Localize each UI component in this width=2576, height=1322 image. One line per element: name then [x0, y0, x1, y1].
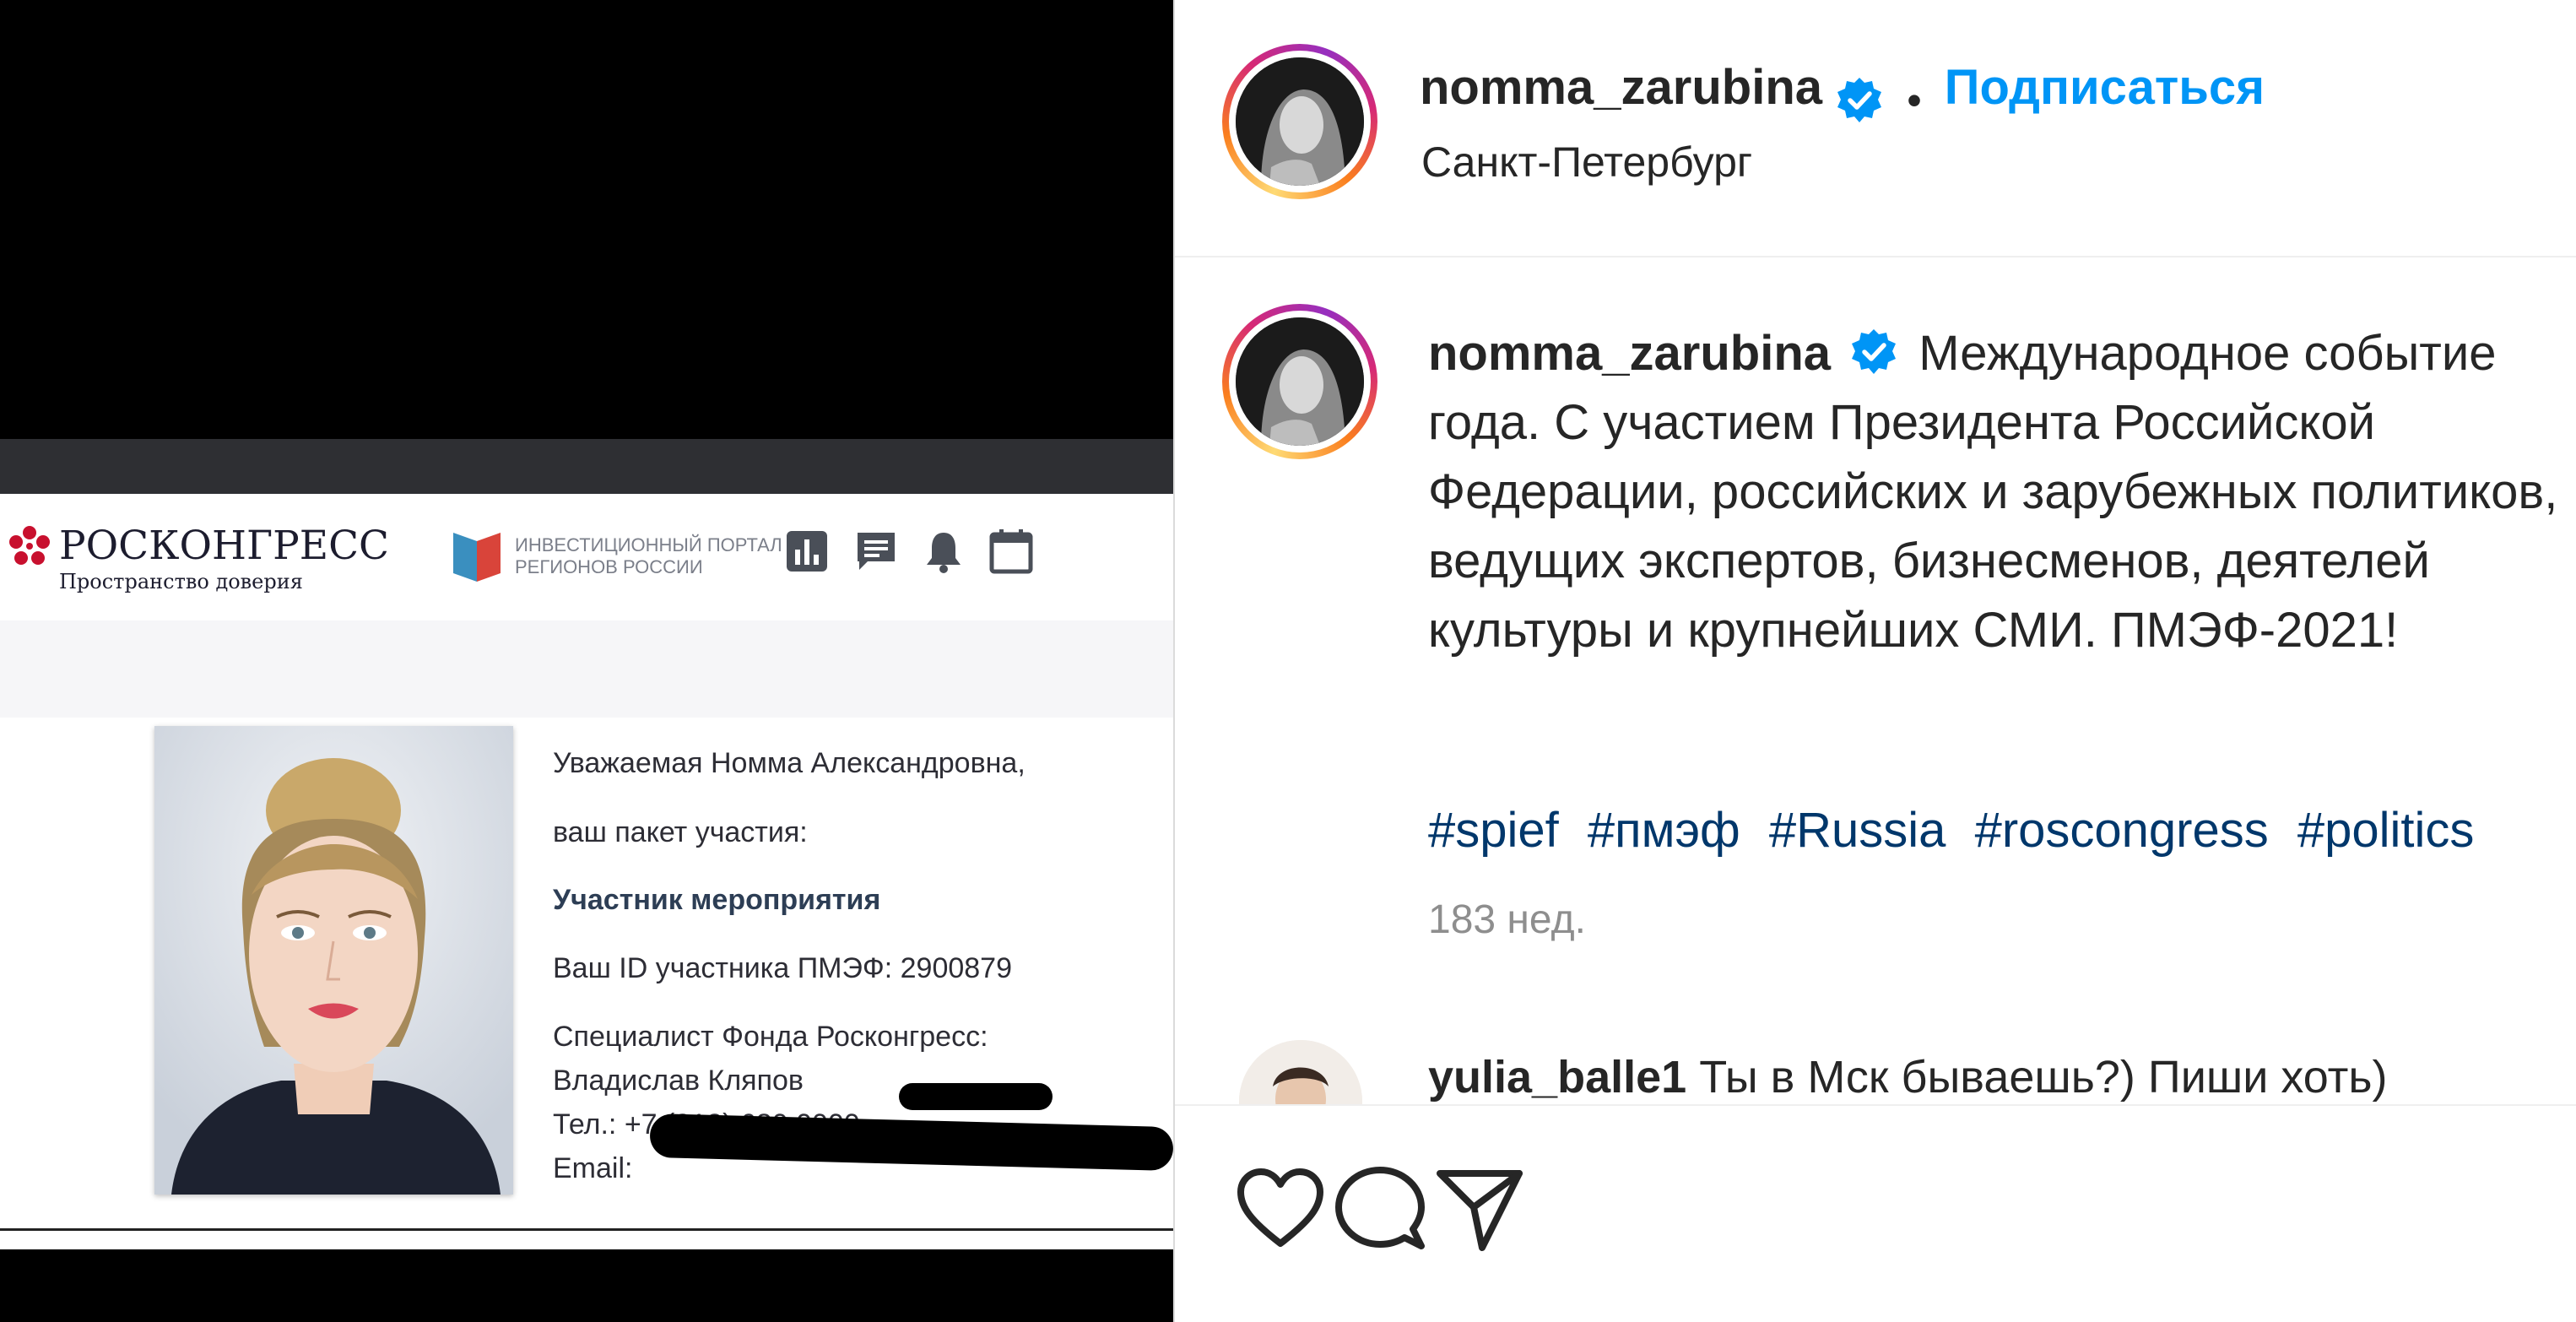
screenshot-status-strip	[0, 439, 1173, 494]
actions-divider	[1175, 1104, 2576, 1106]
verified-badge-icon	[1837, 77, 1882, 122]
caption-username[interactable]: nomma_zarubina	[1428, 326, 1831, 381]
roscongress-topbar: РОСКОНГРЕСС Пространство доверия ИНВЕСТИ…	[0, 494, 1173, 620]
header-location[interactable]: Санкт-Петербург	[1421, 138, 1752, 187]
comment-row: yulia_balle1 Ты в Мск бываешь?) Пиши хот…	[1428, 1051, 2387, 1103]
redaction-mark-email	[649, 1113, 1173, 1172]
hashtag-link[interactable]: #пмэф	[1588, 803, 1740, 858]
heart-icon[interactable]	[1234, 1163, 1327, 1256]
redaction-mark-phone	[899, 1083, 1053, 1110]
letter-greeting: Уважаемая Номма Александровна,	[553, 747, 1026, 779]
hashtag-link[interactable]: #spief	[1428, 803, 1559, 858]
portal-book-icon	[453, 533, 501, 582]
share-icon[interactable]	[1433, 1163, 1526, 1256]
bell-icon	[927, 533, 961, 573]
letter-specialist-name: Владислав Кляпов	[553, 1065, 804, 1097]
investment-portal-logo: ИНВЕСТИЦИОННЫЙ ПОРТАЛ РЕГИОНОВ РОССИИ	[452, 526, 789, 593]
header-username[interactable]: nomma_zarubina	[1420, 60, 1822, 115]
hashtag-link[interactable]: #roscongress	[1975, 803, 2269, 858]
roscongress-logo-title: РОСКОНГРЕСС	[59, 523, 389, 569]
roscongress-logo: РОСКОНГРЕСС Пространство доверия	[7, 519, 395, 595]
letter-package-value: Участник мероприятия	[553, 884, 881, 916]
post-caption: nomma_zarubina Международное событие год…	[1428, 319, 2559, 665]
calendar-icon	[989, 529, 1033, 574]
portal-title-line2: РЕГИОНОВ РОССИИ	[515, 556, 703, 577]
portal-title-line1: ИНВЕСТИЦИОННЫЙ ПОРТАЛ	[515, 534, 782, 555]
letter-header-band	[0, 620, 1173, 718]
comment-text: Ты в Мск бываешь?) Пиши хоть)	[1699, 1052, 2388, 1103]
caption-verified-badge-icon	[1852, 329, 1897, 374]
header-divider	[1175, 256, 2576, 257]
roscongress-logo-subtitle: Пространство доверия	[59, 570, 303, 593]
letter-specialist-label: Специалист Фонда Росконгресс:	[553, 1021, 988, 1053]
follow-button[interactable]: Подписаться	[1945, 60, 2265, 115]
post-media[interactable]: РОСКОНГРЕСС Пространство доверия ИНВЕСТИ…	[0, 0, 1173, 1322]
roscongress-flower-icon	[9, 526, 50, 565]
bar-chart-icon	[787, 531, 827, 572]
letter-participant-id: Ваш ID участника ПМЭФ: 2900879	[553, 952, 1012, 984]
comment-icon[interactable]	[1334, 1163, 1426, 1256]
header-title-row: nomma_zarubina • Подписаться	[1420, 59, 2265, 125]
participant-portrait-image	[154, 726, 513, 1195]
letter-email: Email:	[553, 1152, 633, 1184]
comment-clip-area: yulia_balle1 Ты в Мск бываешь?) Пиши хот…	[1175, 1030, 2576, 1104]
chat-icon	[858, 533, 895, 570]
post-time-ago[interactable]: 183 нед.	[1428, 897, 1586, 943]
header-avatar-image	[1236, 57, 1364, 186]
hashtag-link[interactable]: #politics	[2297, 803, 2475, 858]
post-panel: nomma_zarubina • Подписаться Санкт-Петер…	[1173, 0, 2576, 1322]
hashtag-link[interactable]: #Russia	[1769, 803, 1946, 858]
header-separator: •	[1907, 76, 1922, 124]
caption-avatar[interactable]	[1222, 304, 1377, 459]
comment-username[interactable]: yulia_balle1	[1428, 1052, 1686, 1103]
commenter-avatar[interactable]	[1239, 1040, 1362, 1104]
participant-photo	[154, 726, 513, 1195]
roscongress-letter-screenshot: РОСКОНГРЕСС Пространство доверия ИНВЕСТИ…	[0, 494, 1173, 1249]
letter-bottom-rule	[0, 1228, 1173, 1231]
caption-avatar-image	[1236, 317, 1364, 446]
header-avatar[interactable]	[1222, 44, 1377, 199]
letter-package-label: ваш пакет участия:	[553, 816, 808, 848]
caption-hashtags: #spief #пмэф #Russia #roscongress #polit…	[1428, 802, 2489, 859]
